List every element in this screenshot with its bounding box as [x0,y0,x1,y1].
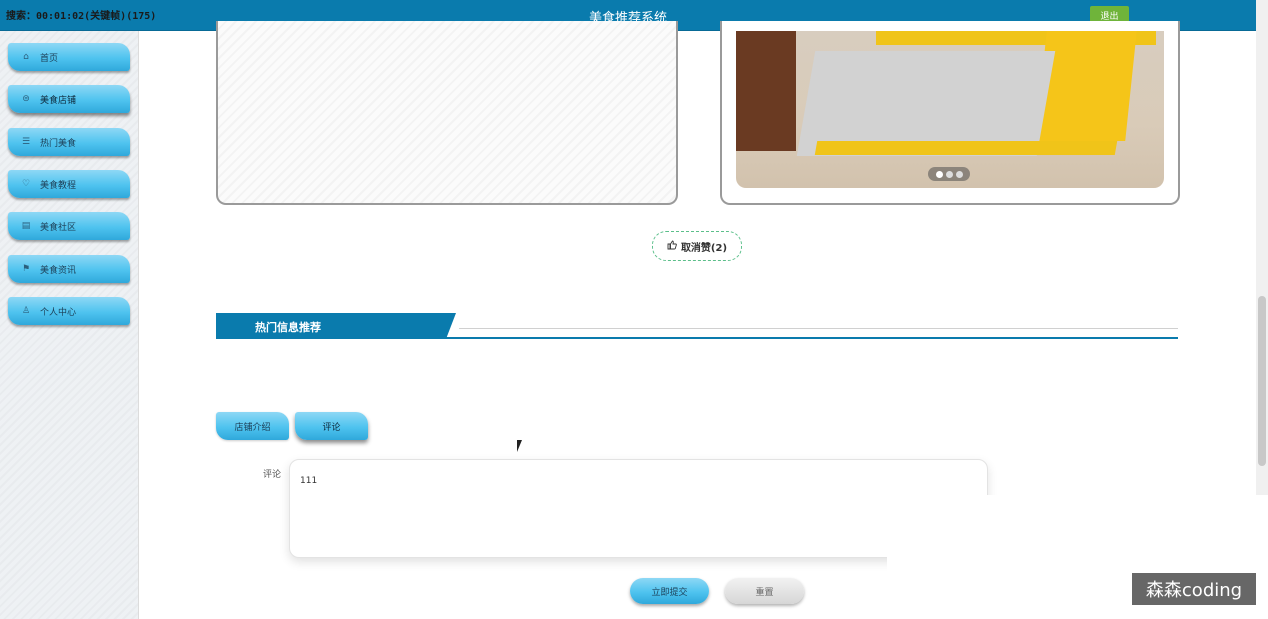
page-scrollbar-thumb[interactable] [1258,296,1266,466]
sidebar-item-label: 热门美食 [40,138,77,149]
sidebar-item-label: 美食社区 [40,222,77,233]
photo-counter-side [1035,31,1137,141]
watermark: 森森coding [1132,573,1256,605]
section-title-bar [216,313,456,338]
sliders-icon: ☰ [21,137,31,147]
sidebar-item-food-news[interactable]: ⚑ 美食资讯 [8,255,130,283]
flag-icon: ⚑ [21,264,31,274]
section-divider-thin [459,328,1178,329]
community-icon: ▤ [21,221,31,231]
sidebar-item-label: 美食资讯 [40,265,77,276]
section-title: 热门信息推荐 [255,321,321,334]
store-photo-carousel[interactable] [736,31,1164,188]
submit-button[interactable]: 立即提交 [630,578,709,604]
store-icon: ⊜ [22,94,30,104]
store-info-card [216,21,678,205]
store-image-card [720,21,1180,205]
tab-comment[interactable]: 评论 [295,412,368,440]
thumbs-up-icon [667,240,677,253]
bulb-icon: ♡ [21,179,31,189]
home-icon: ⌂ [23,52,29,62]
photo-counter-stripe [814,141,1118,155]
sidebar-item-label: 首页 [40,53,59,64]
unlike-button-label: 取消赞(2) [680,242,728,254]
reset-button[interactable]: 重置 [725,578,804,604]
sidebar-item-food-community[interactable]: ▤ 美食社区 [8,212,130,240]
carousel-indicator [928,167,970,181]
sidebar-item-label: 个人中心 [40,307,77,318]
section-divider [216,337,1178,339]
carousel-dot[interactable] [955,170,963,178]
sidebar-item-personal-center[interactable]: ♙ 个人中心 [8,297,130,325]
sidebar-item-label: 美食教程 [40,180,77,191]
user-icon: ♙ [21,306,31,316]
sidebar-item-food-tutorials[interactable]: ♡ 美食教程 [8,170,130,198]
sidebar-item-food-stores[interactable]: ⊜ 美食店铺 [8,85,130,113]
sidebar-item-label: 美食店铺 [40,95,77,106]
mouse-cursor-icon [517,440,527,452]
tab-store-intro[interactable]: 店铺介绍 [216,412,289,440]
comment-textarea[interactable]: 111 [289,459,988,558]
unlike-button[interactable]: 取消赞(2) [652,231,742,261]
sidebar-item-popular-food[interactable]: ☰ 热门美食 [8,128,130,156]
carousel-dot[interactable] [945,170,953,178]
comment-textarea-value: 111 [300,476,318,486]
sidebar-item-home[interactable]: ⌂ 首页 [8,43,130,71]
sidebar: ⌂ 首页 ⊜ 美食店铺 ☰ 热门美食 ♡ 美食教程 ▤ 美食社区 ⚑ 美食资讯 … [0,31,139,619]
carousel-dot[interactable] [935,170,943,178]
photo-wall [736,31,796,151]
comment-field-label: 评论 [263,470,282,480]
